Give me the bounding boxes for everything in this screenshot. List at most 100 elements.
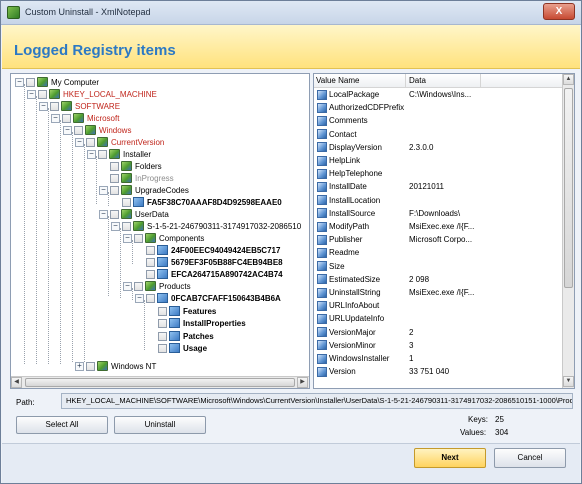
value-row[interactable]: DisplayVersion 2.3.0.0: [314, 141, 562, 154]
value-row[interactable]: VersionMajor 2: [314, 326, 562, 339]
tree-node[interactable]: − S-1-5-21-246790311-3174917032-2086510: [111, 220, 301, 232]
tree-node[interactable]: Folders: [99, 160, 162, 172]
scroll-thumb[interactable]: [25, 378, 295, 387]
collapse-icon[interactable]: −: [135, 293, 144, 303]
value-row[interactable]: HelpTelephone: [314, 167, 562, 180]
close-window-button[interactable]: X: [543, 3, 575, 20]
collapse-icon[interactable]: −: [51, 113, 60, 123]
value-row[interactable]: InstallLocation: [314, 194, 562, 207]
checkbox[interactable]: [146, 269, 155, 279]
collapse-icon[interactable]: −: [39, 101, 48, 111]
tree-node[interactable]: − Microsoft: [51, 112, 119, 124]
collapse-icon[interactable]: −: [111, 221, 120, 231]
checkbox[interactable]: [146, 245, 155, 255]
value-row[interactable]: LocalPackage C:\Windows\Ins...: [314, 88, 562, 101]
value-row[interactable]: HelpLink: [314, 154, 562, 167]
collapse-icon[interactable]: −: [75, 137, 84, 147]
tree-node[interactable]: + Windows NT: [75, 360, 156, 372]
value-row[interactable]: URLUpdateInfo: [314, 312, 562, 325]
tree-node[interactable]: − SOFTWARE: [39, 100, 120, 112]
checkbox[interactable]: [62, 113, 71, 123]
value-row[interactable]: VersionMinor 3: [314, 339, 562, 352]
collapse-icon[interactable]: −: [99, 209, 108, 219]
value-row[interactable]: Contact: [314, 128, 562, 141]
path-field[interactable]: HKEY_LOCAL_MACHINE\SOFTWARE\Microsoft\Wi…: [61, 393, 573, 409]
collapse-icon[interactable]: −: [15, 77, 24, 87]
cancel-button[interactable]: Cancel: [494, 448, 566, 468]
tree-node[interactable]: − UserData: [99, 208, 169, 220]
expand-icon[interactable]: +: [75, 361, 84, 371]
uninstall-button[interactable]: Uninstall: [114, 416, 206, 434]
checkbox[interactable]: [86, 137, 95, 147]
value-row[interactable]: EstimatedSize 2 098: [314, 273, 562, 286]
registry-tree[interactable]: − My Computer − HKEY_LOCAL_MACHINE − SOF…: [10, 73, 310, 389]
scroll-right-icon[interactable]: ▶: [297, 377, 308, 388]
tree-node[interactable]: Patches: [147, 330, 214, 342]
value-row[interactable]: Comments: [314, 114, 562, 127]
tree-node[interactable]: − Windows: [63, 124, 131, 136]
checkbox[interactable]: [158, 318, 167, 328]
value-row[interactable]: AuthorizedCDFPrefix: [314, 101, 562, 114]
checkbox[interactable]: [122, 221, 131, 231]
checkbox[interactable]: [110, 185, 119, 195]
tree-node[interactable]: 24F00EEC94049424EB5C717: [135, 244, 280, 256]
scroll-thumb[interactable]: [564, 88, 573, 288]
checkbox[interactable]: [26, 77, 35, 87]
tree-node[interactable]: InProgress: [99, 172, 174, 184]
value-row[interactable]: ModifyPath MsiExec.exe /I{F...: [314, 220, 562, 233]
value-row[interactable]: Size: [314, 260, 562, 273]
tree-node[interactable]: − CurrentVersion: [75, 136, 164, 148]
value-row[interactable]: UninstallString MsiExec.exe /I{F...: [314, 286, 562, 299]
collapse-icon[interactable]: −: [63, 125, 72, 135]
scroll-up-icon[interactable]: ▲: [563, 74, 574, 85]
tree-node[interactable]: − Components: [123, 232, 204, 244]
scroll-down-icon[interactable]: ▼: [563, 376, 574, 387]
collapse-icon[interactable]: −: [99, 185, 108, 195]
checkbox[interactable]: [110, 173, 119, 183]
checkbox[interactable]: [74, 125, 83, 135]
checkbox[interactable]: [50, 101, 59, 111]
tree-horizontal-scrollbar[interactable]: ◀ ▶: [11, 376, 309, 388]
tree-node[interactable]: − UpgradeCodes: [99, 184, 189, 196]
value-row[interactable]: InstallDate 20121011: [314, 180, 562, 193]
checkbox[interactable]: [146, 257, 155, 267]
checkbox[interactable]: [134, 233, 143, 243]
checkbox[interactable]: [146, 293, 155, 303]
values-vertical-scrollbar[interactable]: ▲ ▼: [562, 74, 574, 388]
values-list[interactable]: Value Name Data LocalPackage C:\Windows\I…: [313, 73, 575, 389]
collapse-icon[interactable]: −: [123, 233, 132, 243]
tree-node[interactable]: Features: [147, 305, 216, 317]
collapse-icon[interactable]: −: [27, 89, 36, 99]
checkbox[interactable]: [98, 149, 107, 159]
tree-node[interactable]: EFCA264715A890742AC4B74: [135, 268, 283, 280]
value-row[interactable]: WindowsInstaller 1: [314, 352, 562, 365]
column-header-data[interactable]: Data: [409, 76, 426, 85]
checkbox[interactable]: [38, 89, 47, 99]
value-row[interactable]: URLInfoAbout: [314, 299, 562, 312]
tree-node[interactable]: Usage: [147, 342, 207, 354]
select-all-button[interactable]: Select All: [16, 416, 108, 434]
checkbox[interactable]: [134, 281, 143, 291]
value-row[interactable]: InstallSource F:\Downloads\: [314, 207, 562, 220]
tree-node[interactable]: InstallProperties: [147, 317, 246, 329]
scroll-left-icon[interactable]: ◀: [11, 377, 22, 388]
checkbox[interactable]: [86, 361, 95, 371]
checkbox[interactable]: [158, 343, 167, 353]
checkbox[interactable]: [110, 161, 119, 171]
checkbox[interactable]: [158, 331, 167, 341]
tree-node[interactable]: − My Computer: [15, 76, 99, 88]
collapse-icon[interactable]: −: [123, 281, 132, 291]
tree-node[interactable]: − Products: [123, 280, 191, 292]
tree-node[interactable]: FA5F38C70AAAF8D4D92598EAAE0: [111, 196, 282, 208]
tree-node[interactable]: − Installer: [87, 148, 151, 160]
value-row[interactable]: Version 33 751 040: [314, 365, 562, 378]
value-row[interactable]: Publisher Microsoft Corpo...: [314, 233, 562, 246]
next-button[interactable]: Next: [414, 448, 486, 468]
collapse-icon[interactable]: −: [87, 149, 96, 159]
tree-node[interactable]: − 0FCAB7CFAFF150643B4B6A: [135, 292, 281, 304]
checkbox[interactable]: [122, 197, 131, 207]
value-row[interactable]: Readme: [314, 246, 562, 259]
checkbox[interactable]: [110, 209, 119, 219]
tree-node[interactable]: − HKEY_LOCAL_MACHINE: [27, 88, 157, 100]
tree-node[interactable]: 5679EF3F05B88FC4EB94BE8: [135, 256, 283, 268]
